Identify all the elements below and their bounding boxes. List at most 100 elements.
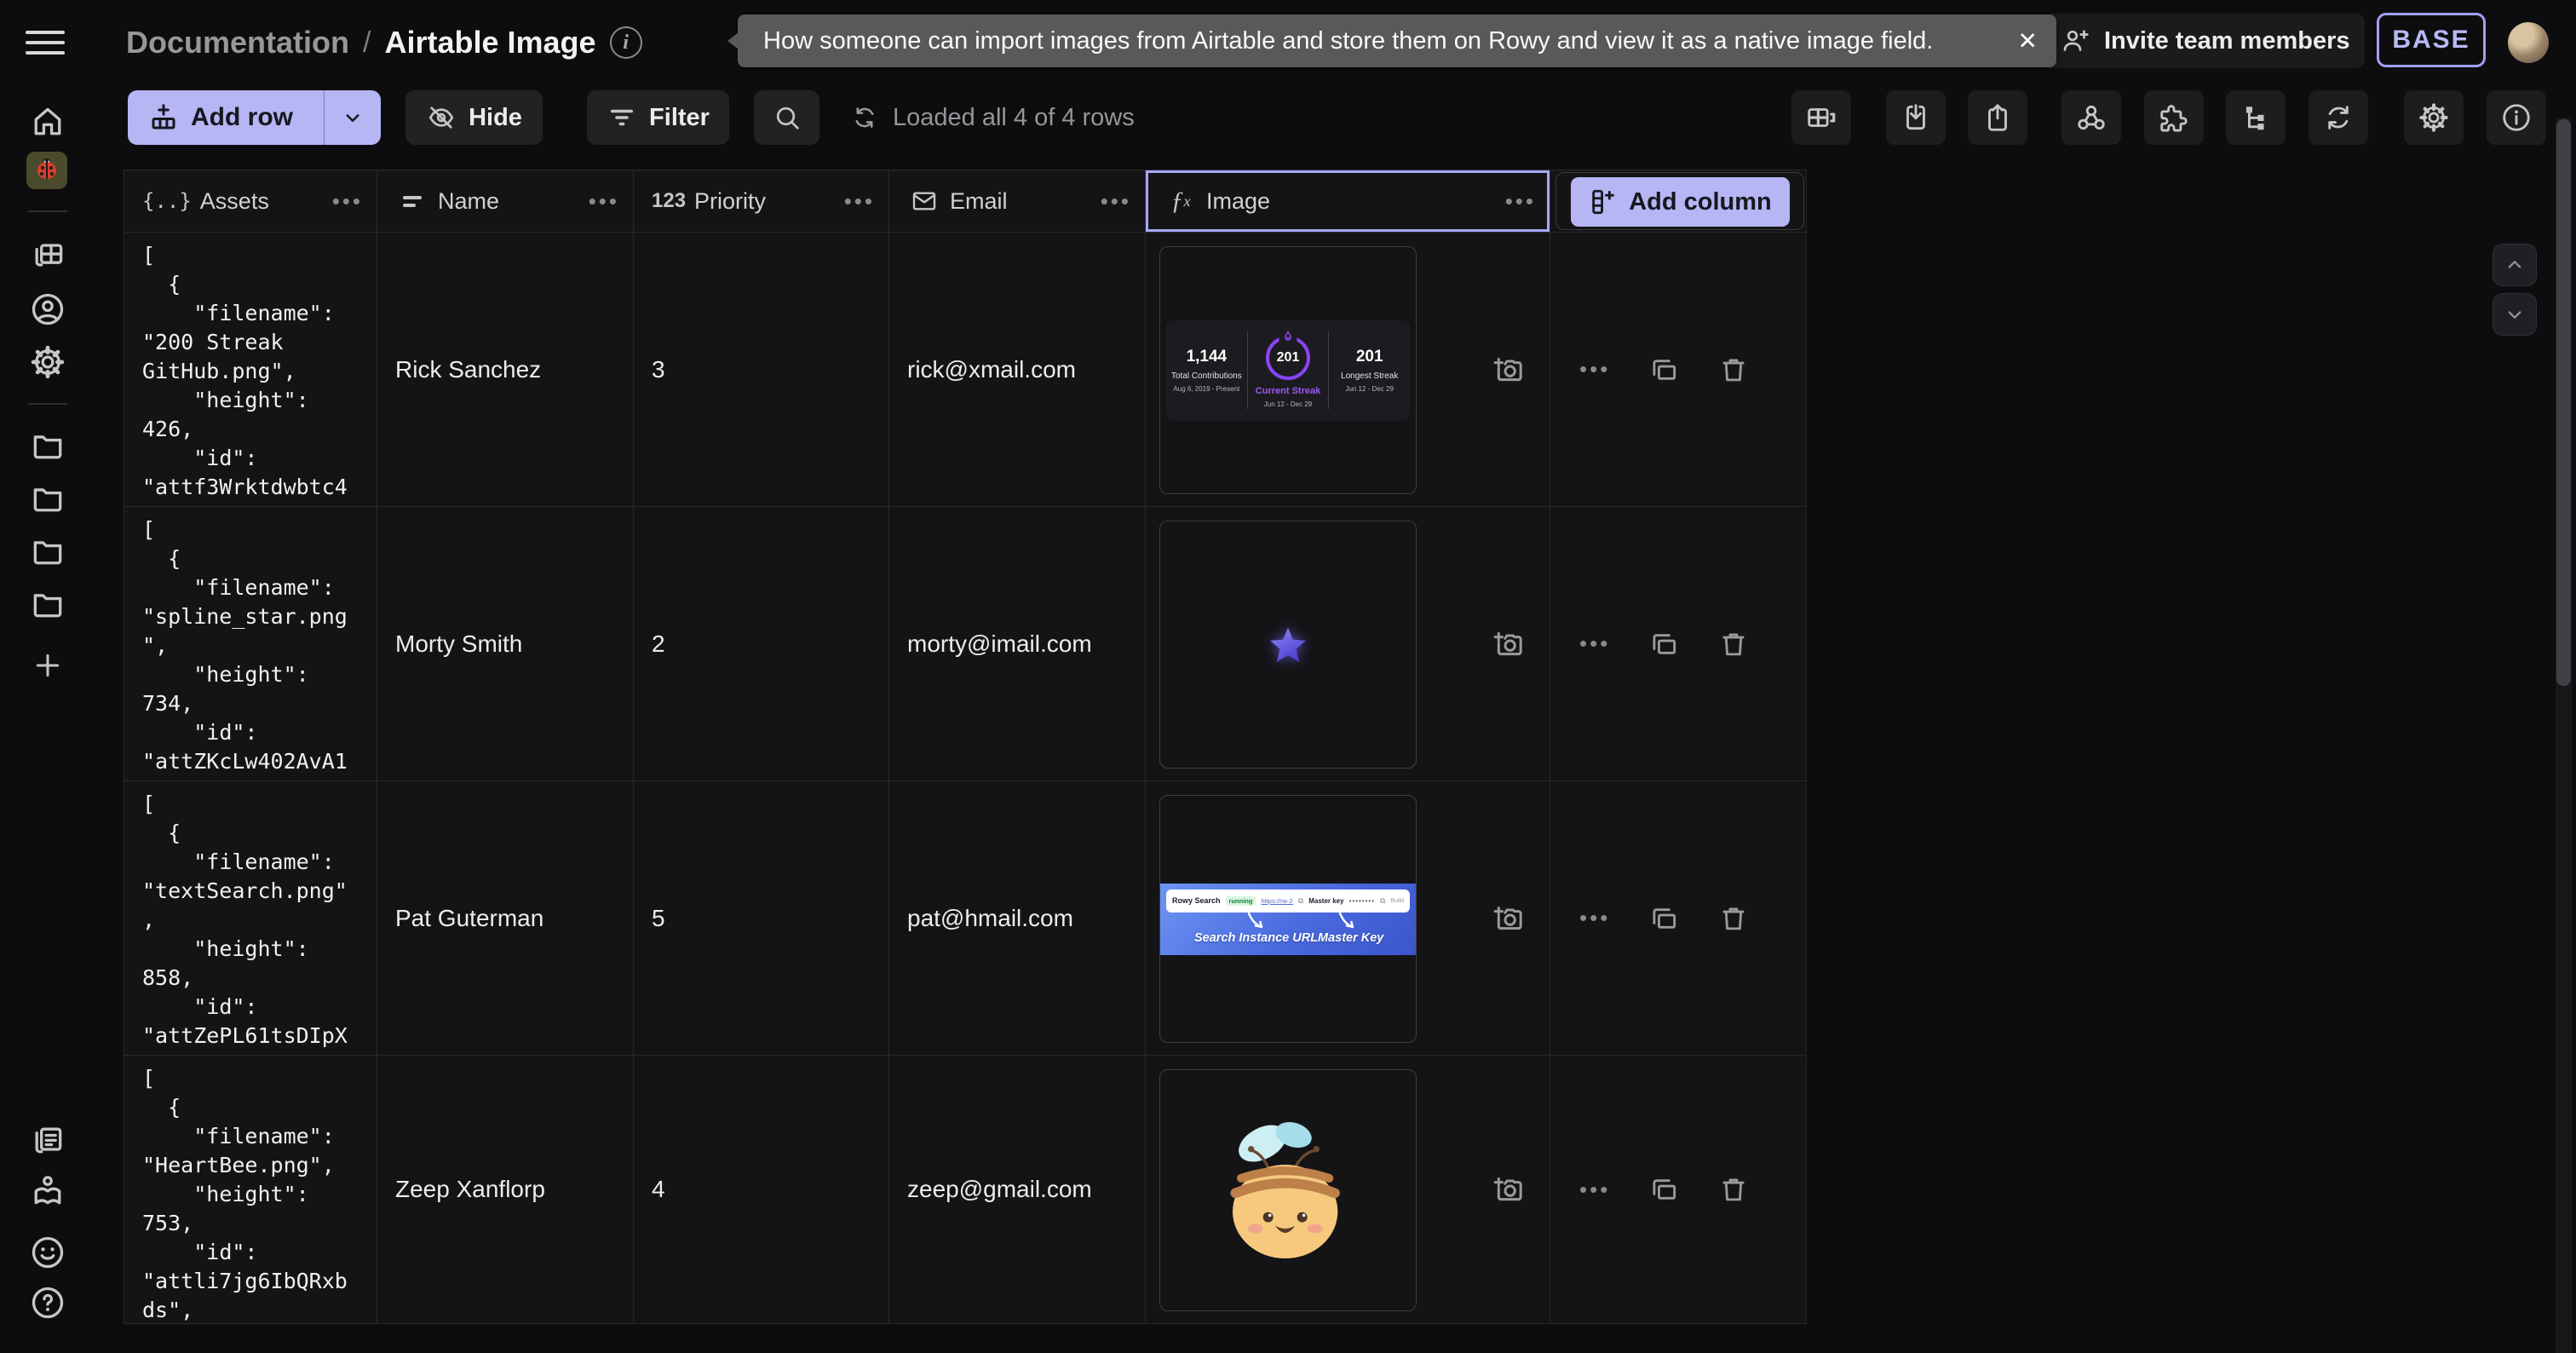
cell-image[interactable]: [1146, 507, 1550, 781]
sidebar-item-settings[interactable]: [28, 343, 67, 382]
table-info-button[interactable]: [2487, 90, 2546, 145]
cell-email[interactable]: morty@imail.com: [889, 507, 1146, 781]
close-icon[interactable]: ✕: [2018, 27, 2038, 55]
duplicate-row-icon[interactable]: [1647, 354, 1680, 386]
hide-fields-button[interactable]: Hide: [405, 90, 543, 145]
filter-button[interactable]: Filter: [587, 90, 729, 145]
column-header-image-selected[interactable]: ƒx Image •••: [1146, 170, 1550, 233]
scroll-up-button[interactable]: [2493, 244, 2537, 286]
upload-image-icon[interactable]: [1492, 901, 1526, 936]
avatar[interactable]: [2508, 22, 2549, 63]
export-button[interactable]: [1968, 90, 2027, 145]
cell-priority[interactable]: 4: [634, 1056, 889, 1324]
cell-name[interactable]: Rick Sanchez: [377, 233, 634, 507]
github-streak-card: 1,144 Total Contributions Aug 6, 2019 - …: [1166, 320, 1410, 421]
cell-name[interactable]: Zeep Xanflorp: [377, 1056, 634, 1324]
cell-image[interactable]: 1,144 Total Contributions Aug 6, 2019 - …: [1146, 233, 1550, 507]
add-row-label: Add row: [191, 103, 293, 132]
image-thumbnail-star[interactable]: [1159, 521, 1417, 769]
data-table: {..} Assets ••• Name ••• 123 Priority ••…: [124, 170, 1807, 1324]
cloud-logs-button[interactable]: [2226, 90, 2286, 145]
sidebar-item-members[interactable]: [28, 290, 67, 329]
sidebar-item-folder-3[interactable]: [28, 532, 67, 571]
cell-assets[interactable]: [ { "filename": "textSearch.png", "heigh…: [124, 781, 377, 1056]
cell-name[interactable]: Morty Smith: [377, 507, 634, 781]
duplicate-row-icon[interactable]: [1647, 1173, 1680, 1206]
sidebar-item-learn[interactable]: [28, 1172, 67, 1211]
column-header-priority[interactable]: 123 Priority •••: [634, 170, 889, 233]
loaded-label: Loaded all 4 of 4 rows: [893, 104, 1135, 132]
upload-image-icon[interactable]: [1492, 353, 1526, 387]
breadcrumb-parent[interactable]: Documentation: [126, 25, 349, 60]
plus-icon: [31, 648, 65, 682]
invite-team-members-button[interactable]: Invite team members: [2043, 14, 2365, 68]
delete-row-icon[interactable]: [1717, 354, 1750, 386]
row-menu-icon[interactable]: •••: [1579, 356, 1610, 383]
sidebar-item-help[interactable]: [28, 1283, 67, 1322]
column-header-email[interactable]: Email •••: [889, 170, 1146, 233]
breadcrumb-separator: /: [363, 26, 371, 60]
cell-email[interactable]: zeep@gmail.com: [889, 1056, 1146, 1324]
webhooks-button[interactable]: [2061, 90, 2121, 145]
sidebar-item-docs[interactable]: [28, 1120, 67, 1160]
sidebar-item-folder-2[interactable]: [28, 479, 67, 518]
sidebar-item-folder-1[interactable]: [28, 426, 67, 465]
image-thumbnail-banner[interactable]: Rowy Search running https://rw-2a7ed1348…: [1159, 795, 1417, 1043]
cell-name[interactable]: Pat Guterman: [377, 781, 634, 1056]
table-settings-button[interactable]: [2404, 90, 2464, 145]
cell-assets[interactable]: [ { "filename": "HeartBee.png", "height"…: [124, 1056, 377, 1324]
column-header-name[interactable]: Name •••: [377, 170, 634, 233]
duplicate-row-icon[interactable]: [1647, 902, 1680, 935]
column-menu-icon[interactable]: •••: [1505, 188, 1536, 215]
column-menu-icon[interactable]: •••: [1101, 188, 1131, 215]
extensions-button[interactable]: [2144, 90, 2204, 145]
import-button[interactable]: [1886, 90, 1946, 145]
refresh-button[interactable]: [2309, 90, 2368, 145]
sidebar-item-home[interactable]: [28, 102, 67, 141]
delete-row-icon[interactable]: [1717, 628, 1750, 660]
arrow-down-icon: [1335, 912, 1359, 932]
cell-image[interactable]: [1146, 1056, 1550, 1324]
sidebar-add-table-button[interactable]: [28, 646, 67, 685]
cell-image[interactable]: Rowy Search running https://rw-2a7ed1348…: [1146, 781, 1550, 1056]
image-thumbnail-streak-card[interactable]: 1,144 Total Contributions Aug 6, 2019 - …: [1159, 246, 1417, 494]
column-header-assets[interactable]: {..} Assets •••: [124, 170, 377, 233]
sidebar-item-current-workspace[interactable]: [26, 152, 67, 189]
image-thumbnail-bee[interactable]: [1159, 1069, 1417, 1311]
base-plan-button[interactable]: BASE: [2377, 13, 2486, 67]
row-menu-icon[interactable]: •••: [1579, 630, 1610, 657]
delete-row-icon[interactable]: [1717, 1173, 1750, 1206]
cell-priority[interactable]: 5: [634, 781, 889, 1056]
add-column-button[interactable]: Add column: [1571, 177, 1790, 227]
sidebar-item-feedback[interactable]: [28, 1233, 67, 1272]
upload-image-icon[interactable]: [1492, 627, 1526, 661]
row-menu-icon[interactable]: •••: [1579, 1177, 1610, 1203]
search-button[interactable]: [754, 90, 819, 145]
cell-assets[interactable]: [ { "filename": "200 Streak GitHub.png",…: [124, 233, 377, 507]
cell-priority[interactable]: 2: [634, 507, 889, 781]
flame-icon: [1279, 330, 1297, 343]
column-menu-icon[interactable]: •••: [844, 188, 875, 215]
column-menu-icon[interactable]: •••: [332, 188, 363, 215]
cell-email[interactable]: rick@xmail.com: [889, 233, 1146, 507]
hamburger-menu-icon[interactable]: [26, 24, 65, 61]
scroll-down-button[interactable]: [2493, 293, 2537, 336]
email-type-icon: [907, 187, 941, 215]
add-row-button[interactable]: Add row: [128, 90, 381, 145]
info-icon[interactable]: i: [610, 26, 642, 59]
add-row-dropdown[interactable]: [325, 105, 381, 130]
sidebar-item-folder-4[interactable]: [28, 584, 67, 624]
cell-priority[interactable]: 3: [634, 233, 889, 507]
sidebar-item-tables[interactable]: [28, 235, 67, 274]
column-plus-icon: [1589, 187, 1618, 216]
column-menu-icon[interactable]: •••: [589, 188, 619, 215]
delete-row-icon[interactable]: [1717, 902, 1750, 935]
row-menu-icon[interactable]: •••: [1579, 905, 1610, 931]
vertical-scrollbar-thumb[interactable]: [2556, 119, 2571, 686]
duplicate-row-icon[interactable]: [1647, 628, 1680, 660]
row-height-button[interactable]: [1791, 90, 1851, 145]
search-icon: [772, 102, 802, 133]
cell-email[interactable]: pat@hmail.com: [889, 781, 1146, 1056]
upload-image-icon[interactable]: [1492, 1172, 1526, 1206]
cell-assets[interactable]: [ { "filename": "spline_star.png", "heig…: [124, 507, 377, 781]
